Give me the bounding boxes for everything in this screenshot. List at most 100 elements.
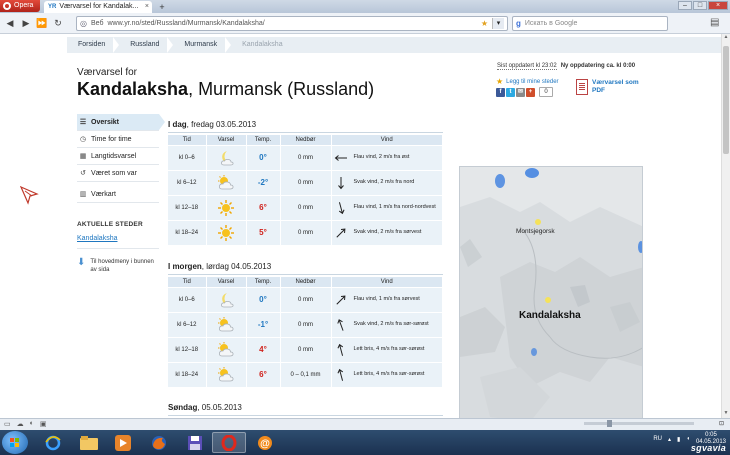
ie-taskbar-icon[interactable] <box>36 432 70 453</box>
to-main-menu-link[interactable]: ⬇ Til hovedmeny i bunnen av sida <box>77 258 159 274</box>
turbo-icon[interactable]: ◐ <box>30 420 34 428</box>
forecast-temperature: 4° <box>246 336 281 362</box>
vertical-scrollbar[interactable]: ▲ ▼ <box>721 34 730 418</box>
forecast-symbol-cell <box>206 219 247 245</box>
wind-arrow-icon <box>334 368 348 382</box>
forecast-precipitation: 0 mm <box>280 194 332 220</box>
forecast-wind: Svak vind, 2 m/s fra sør-sørøst <box>331 311 443 337</box>
forecast-time: kl 6–12 <box>168 169 207 195</box>
language-indicator[interactable]: RU <box>653 436 662 442</box>
bookmark-star-icon[interactable]: ★ <box>481 19 488 28</box>
add-favorite-link[interactable]: ★ Legg til mine steder <box>496 77 559 86</box>
forecast-symbol-cell <box>206 361 247 387</box>
forecast-precipitation: 0 – 0,1 mm <box>280 361 332 387</box>
fast-forward-icon[interactable]: ⏩ <box>36 17 48 29</box>
wind-description: Lett bris, 4 m/s fra sør-sørøst <box>353 371 425 378</box>
minimize-icon[interactable]: – <box>678 1 692 10</box>
divider <box>168 274 443 275</box>
sidebar-item-oversikt[interactable]: ☰ Oversikt <box>77 114 165 131</box>
map-graphic <box>460 167 642 418</box>
sidebar-item-vaerkart[interactable]: ▥ Værkart <box>77 186 159 203</box>
wind-arrow-icon <box>334 176 348 190</box>
mail-taskbar-icon[interactable]: @ <box>248 432 282 453</box>
forward-icon[interactable]: ▶ <box>20 17 32 29</box>
opera-menu-button[interactable]: Opera <box>0 0 40 12</box>
breadcrumb-russland[interactable]: Russland <box>119 37 174 53</box>
globe-icon: ◎ <box>80 18 87 28</box>
volume-icon[interactable]: ◖ <box>686 436 690 442</box>
sun-icon <box>216 199 236 216</box>
column-header: Vind <box>331 135 443 145</box>
cloud-icon[interactable]: ☁ <box>17 420 24 428</box>
current-place-link[interactable]: Kandalaksha <box>77 235 159 249</box>
maximize-icon[interactable]: □ <box>693 1 707 10</box>
forecast-row: kl 12–18 4° 0 mm Lett bris, 4 m/s fra sør-s… <box>168 336 443 362</box>
url-text[interactable]: www.yr.no/sted/Russland/Murmansk/Kandala… <box>107 20 476 27</box>
weather-map[interactable]: Montsjegorsk Kandalaksha ▶ <box>459 166 643 418</box>
scroll-up-icon[interactable]: ▲ <box>722 34 730 42</box>
explorer-taskbar-icon[interactable] <box>72 432 106 453</box>
wind-arrow-icon <box>334 151 348 165</box>
back-icon[interactable]: ◀ <box>4 17 16 29</box>
close-window-icon[interactable]: × <box>708 1 728 10</box>
facebook-icon[interactable]: f <box>496 87 505 97</box>
address-dropdown-icon[interactable]: ▾ <box>492 17 504 29</box>
zoom-knob[interactable] <box>607 420 612 427</box>
tab-title: Værvarsel for Kandalak... <box>59 3 139 10</box>
wind-arrow-icon <box>334 226 348 240</box>
social-share-bar: f t ✉ + 0 <box>496 87 553 97</box>
forecast-table: Tid Varsel Temp. Nedbør Vind kl 0–6 0° 0 m… <box>168 277 443 387</box>
panel-menu-icon[interactable]: ▤ <box>710 17 722 29</box>
plus-share-icon[interactable]: + <box>526 87 535 97</box>
address-bar[interactable]: ◎ Веб www.yr.no/sted/Russland/Murmansk/K… <box>76 15 508 31</box>
forecast-wind: Svak vind, 2 m/s fra nord <box>331 169 443 195</box>
panel-toggle-icon[interactable]: ▭ <box>4 420 11 428</box>
breadcrumb-current: Kandalaksha <box>242 41 283 48</box>
wind-description: Flau vind, 1 m/s fra nord-nordvest <box>353 204 436 210</box>
forecast-row: kl 0–6 0° 0 mm Flau vind, 2 m/s fra øst <box>168 144 443 170</box>
forecast-time: kl 12–18 <box>168 336 207 362</box>
new-tab-button[interactable]: + <box>156 1 168 13</box>
wind-description: Lett bris, 4 m/s fra sør-sørøst <box>353 346 425 352</box>
twitter-icon[interactable]: t <box>506 87 515 97</box>
start-button[interactable] <box>2 431 28 454</box>
media-player-taskbar-icon[interactable] <box>106 432 140 453</box>
firefox-taskbar-icon[interactable] <box>142 432 176 453</box>
browser-tab[interactable]: YR Værvarsel for Kandalak... × <box>44 1 152 13</box>
sidebar-item-time-for-time[interactable]: ◷ Time for time <box>77 131 159 148</box>
zoom-reset-icon[interactable]: ⊡ <box>719 420 724 427</box>
view-icon[interactable]: ▣ <box>40 420 47 428</box>
wind-arrow-icon <box>334 293 348 307</box>
scroll-down-icon[interactable]: ▼ <box>722 410 730 418</box>
zoom-slider[interactable] <box>584 420 694 427</box>
reload-icon[interactable]: ↻ <box>52 17 64 29</box>
forecast-row: kl 6–12 -1° 0 mm Svak vind, 2 m/s fra sør-s… <box>168 311 443 337</box>
wind-description: Svak vind, 2 m/s fra sør-sørøst <box>353 321 429 327</box>
wind-arrow-icon <box>334 318 348 332</box>
forecast-time: kl 0–6 <box>168 144 207 170</box>
wind-description: Svak vind, 2 m/s fra sørvest <box>353 229 422 236</box>
forecast-time: kl 6–12 <box>168 311 207 337</box>
sidebar-item-langtidsvarsel[interactable]: ▦ Langtidsvarsel <box>77 148 159 165</box>
wind-description: Svak vind, 2 m/s fra nord <box>353 179 415 185</box>
save-disk-taskbar-icon[interactable] <box>178 432 212 453</box>
breadcrumb-murmansk[interactable]: Murmansk <box>173 37 231 53</box>
forecast-symbol-cell <box>206 336 247 362</box>
navigation-bar: ◀ ▶ ⏩ ↻ ◎ Веб www.yr.no/sted/Russland/Mu… <box>0 13 730 34</box>
search-box[interactable]: g Искать в Google <box>512 15 668 31</box>
network-icon[interactable]: ▮ <box>677 436 680 443</box>
map-icon: ▥ <box>79 191 87 198</box>
tab-close-icon[interactable]: × <box>145 1 152 13</box>
tray-arrow-icon[interactable]: ▴ <box>668 436 671 443</box>
map-city-label: Kandalaksha <box>519 310 581 321</box>
sidebar-item-vaeret-som-var[interactable]: ↺ Været som var <box>77 165 159 182</box>
opera-taskbar-icon[interactable] <box>212 432 246 453</box>
email-icon[interactable]: ✉ <box>516 87 525 97</box>
current-places-heading: AKTUELLE STEDER <box>77 221 143 228</box>
scrollbar-thumb[interactable] <box>723 46 729 154</box>
breadcrumb-forsiden[interactable]: Forsiden <box>67 37 120 53</box>
pdf-download-link[interactable]: Værvarsel som PDF <box>576 79 652 95</box>
moon-partly-icon <box>216 292 236 308</box>
forecast-time: kl 18–24 <box>168 361 207 387</box>
divider <box>168 132 443 133</box>
